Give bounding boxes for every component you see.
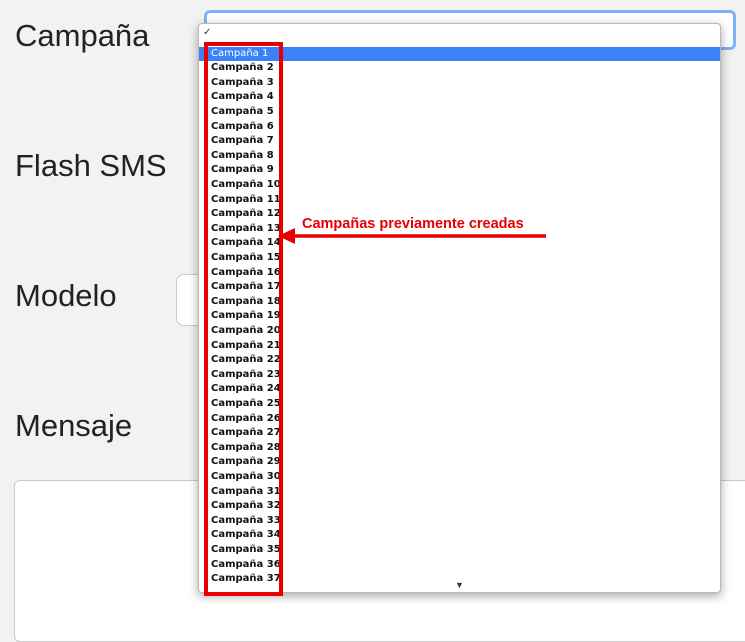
annotation-text: Campañas previamente creadas [302,216,524,232]
scroll-down-arrow-icon[interactable]: ▼ [455,580,464,590]
annotation-highlight-box [204,42,283,596]
campana-label: Campaña [15,18,150,53]
flash-sms-label: Flash SMS [15,148,167,183]
modelo-label: Modelo [15,278,117,313]
checkmark-icon: ✓ [203,27,212,38]
empty-option[interactable]: ✓ [199,25,720,41]
mensaje-label: Mensaje [15,408,133,443]
